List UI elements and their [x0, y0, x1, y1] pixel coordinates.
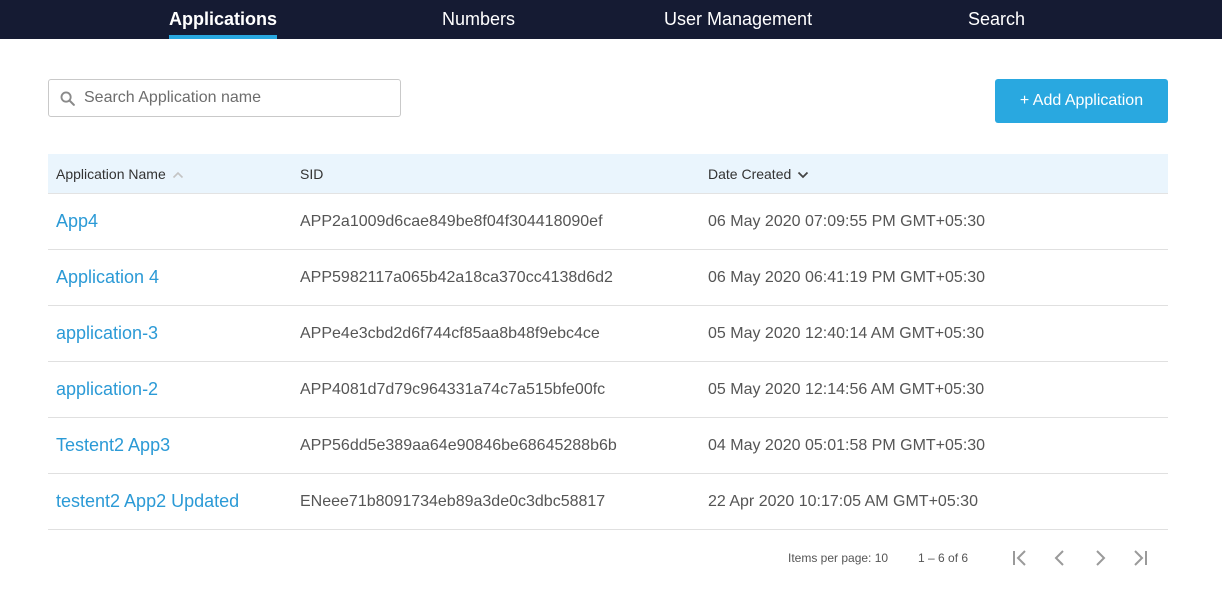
- date-created: 06 May 2020 06:41:19 PM GMT+05:30: [708, 269, 986, 286]
- header-label: Application Name: [56, 166, 166, 182]
- header-label: SID: [300, 166, 324, 182]
- application-name-link[interactable]: application-3: [56, 306, 158, 361]
- top-nav: Applications Numbers User Management Sea…: [0, 0, 1222, 39]
- chevron-right-icon: [1096, 550, 1106, 566]
- items-per-page-label[interactable]: Items per page: 10: [788, 540, 888, 576]
- tab-label: Numbers: [442, 9, 516, 29]
- header-date-created[interactable]: Date Created: [708, 154, 809, 194]
- application-sid: ENeee71b8091734eb89a3de0c3dbc58817: [300, 493, 606, 510]
- header-label: Date Created: [708, 166, 792, 182]
- search-box: [48, 79, 401, 117]
- table-row: testent2 App2 Updated ENeee71b8091734eb8…: [48, 474, 1168, 530]
- application-name-link[interactable]: testent2 App2 Updated: [56, 474, 239, 529]
- application-name-link[interactable]: Application 4: [56, 250, 159, 305]
- previous-page-button[interactable]: [1048, 546, 1072, 570]
- application-sid: APP2a1009d6cae849be8f04f304418090ef: [300, 213, 603, 230]
- header-sid: SID: [300, 154, 323, 194]
- search-input[interactable]: [84, 81, 389, 115]
- paginator: Items per page: 10 1 – 6 of 6: [0, 540, 1222, 576]
- application-name-link[interactable]: Testent2 App3: [56, 418, 170, 473]
- chevron-left-icon: [1054, 550, 1064, 566]
- application-sid: APP56dd5e389aa64e90846be68645288b6b: [300, 437, 617, 454]
- last-page-button[interactable]: [1128, 546, 1152, 570]
- active-tab-indicator: [169, 35, 278, 39]
- date-created: 06 May 2020 07:09:55 PM GMT+05:30: [708, 213, 986, 230]
- application-sid: APP5982117a065b42a18ca370cc4138d6d2: [300, 269, 613, 286]
- tab-applications[interactable]: Applications: [169, 0, 278, 39]
- table-row: Application 4 APP5982117a065b42a18ca370c…: [48, 250, 1168, 306]
- application-name-link[interactable]: application-2: [56, 362, 158, 417]
- date-created: 05 May 2020 12:40:14 AM GMT+05:30: [708, 325, 985, 342]
- application-name-link[interactable]: App4: [56, 194, 98, 249]
- tab-label: Applications: [169, 9, 278, 29]
- first-page-icon: [1013, 550, 1026, 566]
- table-header: Application Name SID Date Created: [48, 154, 1168, 194]
- next-page-button[interactable]: [1088, 546, 1112, 570]
- date-created: 05 May 2020 12:14:56 AM GMT+05:30: [708, 381, 985, 398]
- table-row: Testent2 App3 APP56dd5e389aa64e90846be68…: [48, 418, 1168, 474]
- last-page-icon: [1134, 550, 1147, 566]
- tab-numbers[interactable]: Numbers: [442, 0, 515, 39]
- sort-asc-icon: [172, 172, 183, 179]
- add-application-button[interactable]: + Add Application: [995, 79, 1168, 123]
- search-icon: [60, 91, 75, 106]
- tab-label: User Management: [664, 9, 813, 29]
- chevron-down-icon: [798, 172, 809, 179]
- date-created: 04 May 2020 05:01:58 PM GMT+05:30: [708, 437, 986, 454]
- application-sid: APP4081d7d79c964331a74c7a515bfe00fc: [300, 381, 606, 398]
- table-row: application-3 APPe4e3cbd2d6f744cf85aa8b4…: [48, 306, 1168, 362]
- applications-table: Application Name SID Date Created App4 A…: [48, 154, 1168, 530]
- date-created: 22 Apr 2020 10:17:05 AM GMT+05:30: [708, 493, 978, 510]
- tab-search[interactable]: Search: [968, 0, 1025, 39]
- tab-user-management[interactable]: User Management: [664, 0, 812, 39]
- page-range-label: 1 – 6 of 6: [918, 551, 969, 565]
- header-application-name[interactable]: Application Name: [56, 154, 184, 194]
- application-sid: APPe4e3cbd2d6f744cf85aa8b48f9ebc4ce: [300, 325, 600, 342]
- table-row: App4 APP2a1009d6cae849be8f04f304418090ef…: [48, 194, 1168, 250]
- table-row: application-2 APP4081d7d79c964331a74c7a5…: [48, 362, 1168, 418]
- tab-label: Search: [968, 9, 1026, 29]
- first-page-button[interactable]: [1008, 546, 1032, 570]
